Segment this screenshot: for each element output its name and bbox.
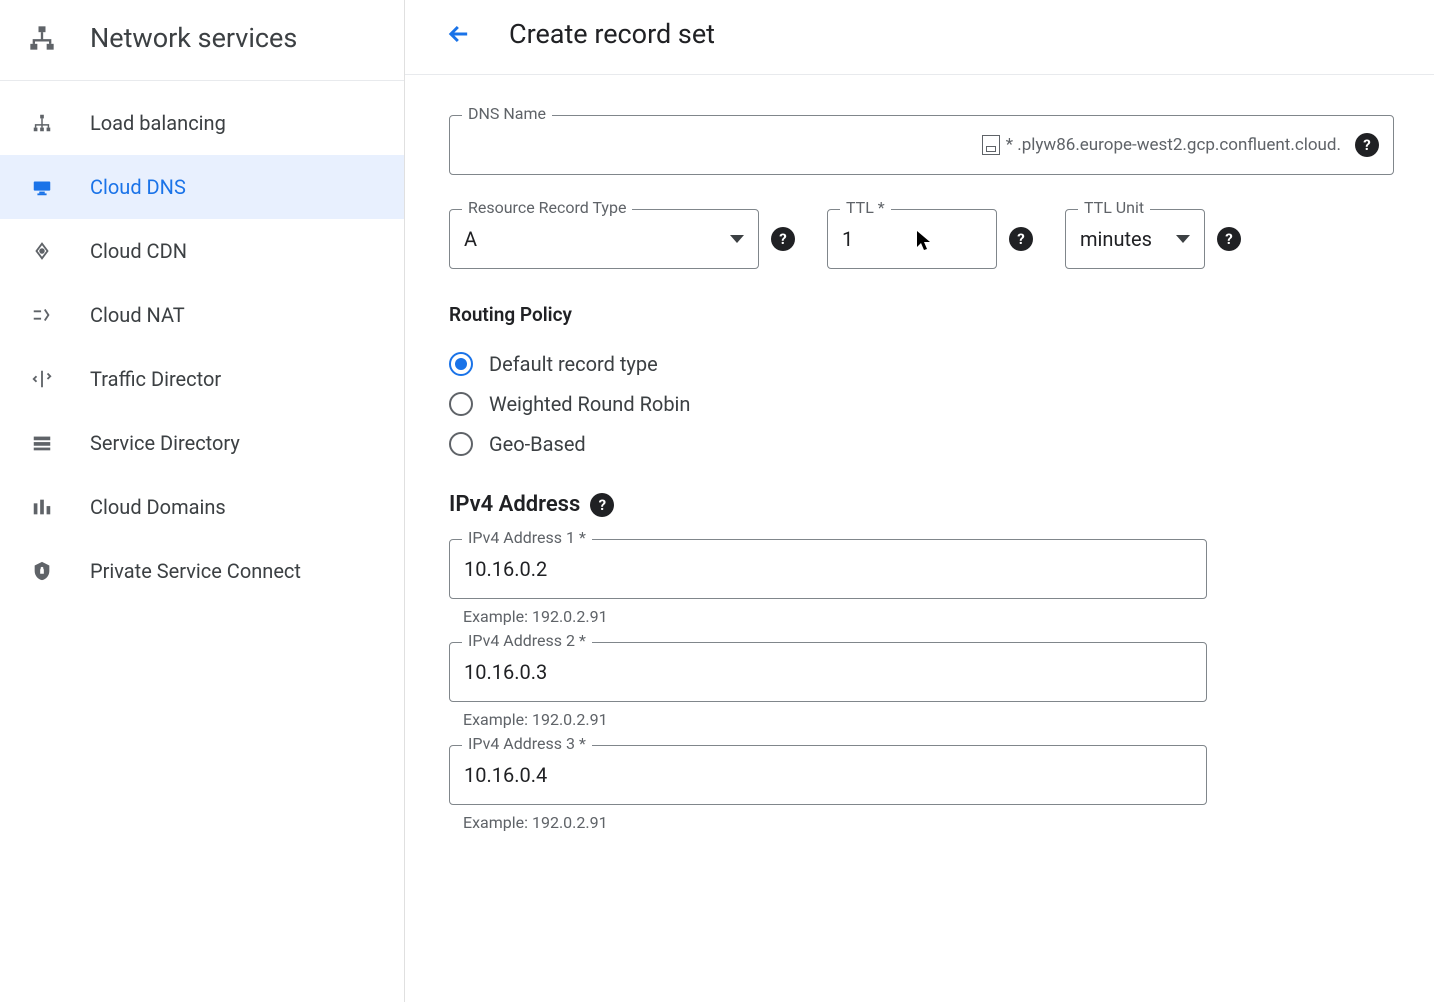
ttl-label: TTL * — [840, 198, 891, 217]
ipv4-address-1-input[interactable] — [450, 557, 1206, 581]
sidebar-item-cloud-domains[interactable]: Cloud Domains — [0, 475, 404, 539]
ipv4-address-3-label: IPv4 Address 3 * — [462, 734, 592, 753]
sidebar-item-cloud-nat[interactable]: Cloud NAT — [0, 283, 404, 347]
main-content: Create record set DNS Name * .plyw86.eur… — [405, 0, 1434, 1002]
page-header: Create record set — [405, 0, 1434, 75]
sidebar-title: Network services — [90, 22, 297, 54]
load-balancing-icon — [22, 109, 62, 137]
sidebar-item-load-balancing[interactable]: Load balancing — [0, 91, 404, 155]
sidebar-header: Network services — [0, 0, 404, 81]
sidebar-item-label: Cloud NAT — [90, 303, 185, 327]
record-icon — [982, 135, 1000, 155]
routing-policy-title: Routing Policy — [449, 303, 1394, 326]
sidebar-item-label: Load balancing — [90, 111, 226, 135]
help-icon[interactable]: ? — [1217, 227, 1241, 251]
resource-record-type-label: Resource Record Type — [462, 198, 632, 217]
ipv4-address-1-field[interactable]: IPv4 Address 1 * — [449, 539, 1207, 599]
ipv4-address-2-input[interactable] — [450, 660, 1206, 684]
sidebar-item-label: Cloud CDN — [90, 239, 187, 263]
ttl-unit-value: minutes — [1066, 227, 1176, 251]
sidebar-item-label: Traffic Director — [90, 367, 221, 391]
sidebar-item-cloud-dns[interactable]: Cloud DNS — [0, 155, 404, 219]
ipv4-address-3-input[interactable] — [450, 763, 1206, 787]
dns-name-input[interactable] — [450, 133, 982, 157]
sidebar-item-service-directory[interactable]: Service Directory — [0, 411, 404, 475]
dns-name-label: DNS Name — [462, 104, 552, 123]
form: DNS Name * .plyw86.europe-west2.gcp.conf… — [405, 75, 1434, 832]
sidebar-item-traffic-director[interactable]: Traffic Director — [0, 347, 404, 411]
routing-policy-option-default[interactable]: Default record type — [449, 344, 1394, 384]
sidebar-item-private-service-connect[interactable]: Private Service Connect — [0, 539, 404, 603]
help-icon[interactable]: ? — [1355, 133, 1379, 157]
sidebar-item-label: Cloud Domains — [90, 495, 226, 519]
sidebar-nav: Load balancing Cloud DNS Cloud CDN Cloud… — [0, 81, 404, 603]
routing-policy-option-label: Geo-Based — [489, 432, 586, 456]
resource-record-type-select[interactable]: Resource Record Type A — [449, 209, 759, 269]
ipv4-address-2-label: IPv4 Address 2 * — [462, 631, 592, 650]
page-title: Create record set — [509, 18, 715, 50]
sidebar-item-label: Service Directory — [90, 431, 240, 455]
sidebar-item-cloud-cdn[interactable]: Cloud CDN — [0, 219, 404, 283]
cloud-dns-icon — [22, 173, 62, 201]
help-icon[interactable]: ? — [590, 493, 614, 517]
ttl-field[interactable]: TTL * — [827, 209, 997, 269]
ipv4-section-title: IPv4 Address ? — [449, 492, 1394, 517]
dns-name-suffix: * .plyw86.europe-west2.gcp.confluent.clo… — [982, 135, 1355, 155]
chevron-down-icon — [1176, 235, 1190, 243]
dns-name-field[interactable]: DNS Name * .plyw86.europe-west2.gcp.conf… — [449, 115, 1394, 175]
ttl-input[interactable] — [828, 227, 996, 251]
help-icon[interactable]: ? — [771, 227, 795, 251]
traffic-director-icon — [22, 365, 62, 393]
cloud-cdn-icon — [22, 237, 62, 265]
routing-policy-group: Default record type Weighted Round Robin… — [449, 344, 1394, 464]
private-service-connect-icon — [22, 557, 62, 585]
dns-name-suffix-text: * .plyw86.europe-west2.gcp.confluent.clo… — [1006, 135, 1341, 155]
chevron-down-icon — [730, 235, 744, 243]
radio-icon — [449, 352, 473, 376]
ipv4-title-text: IPv4 Address — [449, 492, 580, 517]
sidebar-item-label: Cloud DNS — [90, 175, 186, 199]
radio-icon — [449, 392, 473, 416]
service-directory-icon — [22, 429, 62, 457]
ipv4-address-1-label: IPv4 Address 1 * — [462, 528, 592, 547]
ipv4-address-2-field[interactable]: IPv4 Address 2 * — [449, 642, 1207, 702]
ipv4-address-3-hint: Example: 192.0.2.91 — [463, 813, 1207, 832]
cloud-domains-icon — [22, 493, 62, 521]
cloud-nat-icon — [22, 301, 62, 329]
routing-policy-option-label: Weighted Round Robin — [489, 392, 690, 416]
help-icon[interactable]: ? — [1009, 227, 1033, 251]
routing-policy-option-label: Default record type — [489, 352, 658, 376]
sidebar: Network services Load balancing Cloud DN… — [0, 0, 405, 1002]
resource-record-type-value: A — [450, 227, 730, 251]
ttl-unit-label: TTL Unit — [1078, 198, 1150, 217]
radio-icon — [449, 432, 473, 456]
routing-policy-option-weighted[interactable]: Weighted Round Robin — [449, 384, 1394, 424]
ipv4-address-list: IPv4 Address 1 * Example: 192.0.2.91 IPv… — [449, 539, 1207, 832]
network-services-icon — [22, 18, 62, 58]
ttl-unit-select[interactable]: TTL Unit minutes — [1065, 209, 1205, 269]
ipv4-address-1-hint: Example: 192.0.2.91 — [463, 607, 1207, 626]
ipv4-address-3-field[interactable]: IPv4 Address 3 * — [449, 745, 1207, 805]
sidebar-item-label: Private Service Connect — [90, 559, 301, 583]
routing-policy-option-geo[interactable]: Geo-Based — [449, 424, 1394, 464]
ipv4-address-2-hint: Example: 192.0.2.91 — [463, 710, 1207, 729]
back-button[interactable] — [441, 16, 477, 52]
